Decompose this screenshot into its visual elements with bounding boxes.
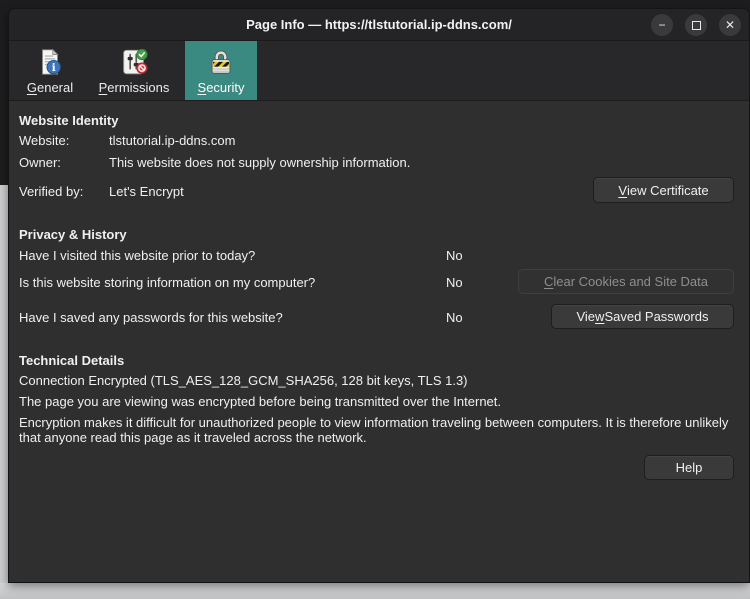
label-part: ermissions: [107, 80, 169, 95]
encryption-explanation: Encryption makes it difficult for unauth…: [19, 415, 735, 445]
verified-by-value: Let's Encrypt: [109, 184, 184, 199]
technical-details-heading: Technical Details: [19, 353, 124, 368]
page-info-window: Page Info — https://tlstutorial.ip-ddns.…: [8, 8, 750, 583]
background-window-edge: [0, 185, 8, 583]
permissions-sliders-icon: [119, 47, 149, 77]
label-part: lear Cookies and Site Data: [553, 274, 708, 289]
tab-general-label: General: [27, 80, 73, 95]
minimize-icon: −: [658, 19, 665, 31]
maximize-button[interactable]: [685, 14, 707, 36]
help-button[interactable]: Help: [644, 455, 734, 480]
label-part: Vie: [576, 309, 595, 324]
storing-question: Is this website storing information on m…: [19, 275, 315, 290]
verified-by-label: Verified by:: [19, 184, 83, 199]
website-identity-heading: Website Identity: [19, 113, 118, 128]
connection-encrypted-line: Connection Encrypted (TLS_AES_128_GCM_SH…: [19, 373, 468, 388]
mnemonic-letter: w: [595, 309, 604, 324]
tab-permissions[interactable]: Permissions: [89, 41, 179, 100]
mnemonic-letter: V: [618, 183, 627, 198]
tab-permissions-label: Permissions: [99, 80, 170, 95]
tab-security[interactable]: Security: [185, 41, 257, 100]
minimize-button[interactable]: −: [651, 14, 673, 36]
storing-answer: No: [446, 275, 463, 290]
visited-question: Have I visited this website prior to tod…: [19, 248, 255, 263]
tab-general[interactable]: i General: [17, 41, 83, 100]
label-part: iew Certificate: [627, 183, 709, 198]
mnemonic-letter: S: [198, 80, 207, 95]
security-panel: Website Identity Website: tlstutorial.ip…: [9, 102, 749, 582]
titlebar[interactable]: Page Info — https://tlstutorial.ip-ddns.…: [9, 9, 749, 41]
mnemonic-letter: G: [27, 80, 37, 95]
background-window-bottom: [0, 583, 750, 599]
label-part: ecurity: [206, 80, 244, 95]
help-label: Help: [676, 460, 703, 475]
screenshot-stage: Page Info — https://tlstutorial.ip-ddns.…: [0, 0, 750, 599]
website-label: Website:: [19, 133, 69, 148]
website-value: tlstutorial.ip-ddns.com: [109, 133, 235, 148]
maximize-icon: [692, 21, 701, 30]
mnemonic-letter: P: [99, 80, 108, 95]
document-info-icon: i: [35, 47, 65, 77]
tab-bar: i General: [9, 41, 749, 101]
window-title: Page Info — https://tlstutorial.ip-ddns.…: [9, 9, 749, 40]
mnemonic-letter: C: [544, 274, 553, 289]
label-part: Saved Passwords: [604, 309, 708, 324]
tab-security-label: Security: [198, 80, 245, 95]
page-encrypted-line: The page you are viewing was encrypted b…: [19, 394, 501, 409]
passwords-question: Have I saved any passwords for this webs…: [19, 310, 283, 325]
view-saved-passwords-button[interactable]: View Saved Passwords: [551, 304, 734, 329]
passwords-answer: No: [446, 310, 463, 325]
privacy-history-heading: Privacy & History: [19, 227, 127, 242]
label-part: eneral: [37, 80, 73, 95]
visited-answer: No: [446, 248, 463, 263]
clear-cookies-button[interactable]: Clear Cookies and Site Data: [518, 269, 734, 294]
close-button[interactable]: ✕: [719, 14, 741, 36]
svg-text:i: i: [52, 62, 56, 74]
padlock-icon: [206, 47, 236, 77]
close-icon: ✕: [725, 19, 735, 31]
owner-value: This website does not supply ownership i…: [109, 155, 410, 170]
view-certificate-button[interactable]: View Certificate: [593, 177, 734, 203]
owner-label: Owner:: [19, 155, 61, 170]
window-controls: − ✕: [651, 14, 741, 36]
